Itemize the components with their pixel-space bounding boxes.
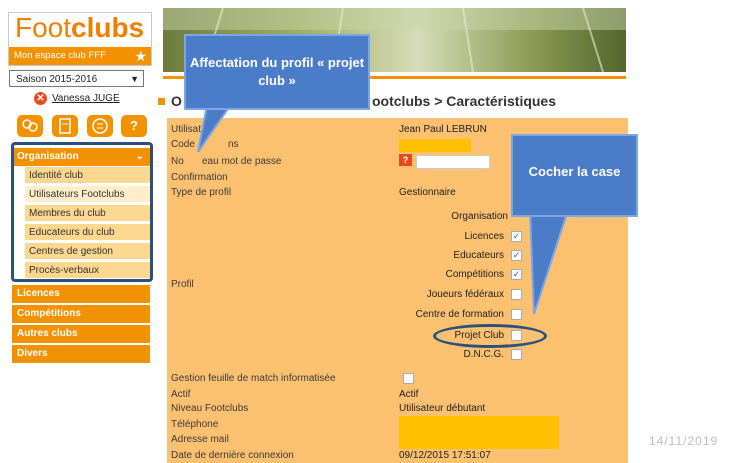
star-icon: ★: [134, 48, 147, 64]
slide-date: 14/11/2019: [649, 434, 719, 448]
profil-competitions-label: Compétitions: [445, 269, 504, 280]
value-niveau-footclubs: Utilisateur débutant: [399, 403, 486, 414]
season-select[interactable]: Saison 2015-2016 ▼: [9, 70, 144, 87]
label-profil: Profil: [171, 279, 194, 290]
logout-icon[interactable]: ✕: [34, 92, 47, 105]
document-icon[interactable]: [52, 115, 78, 137]
logo-tagline: Mon espace club FFF: [9, 47, 151, 65]
label-gestion-feuille-de-match: Gestion feuille de match informatisée: [171, 373, 336, 384]
help-icon[interactable]: ?: [399, 154, 412, 166]
label-telephone: Téléphone: [171, 419, 219, 430]
page-title: ootclubs > Caractéristiques: [372, 93, 557, 109]
logo-wordmark: Footclubs: [15, 12, 145, 43]
list-icon[interactable]: [87, 115, 113, 137]
title-bullet-icon: [158, 98, 165, 105]
projet-club-highlight-ring: [433, 324, 547, 348]
value-type-de-profil: Gestionnaire: [399, 187, 456, 198]
profil-licences-label: Licences: [464, 231, 504, 242]
page-title-prefix: O: [171, 93, 182, 109]
profil-organisation: Organisation: [451, 211, 508, 222]
label-niveau-footclubs: Niveau Footclubs: [171, 403, 249, 414]
callout-affectation-profil: Affectation du profil « projet club »: [184, 34, 370, 110]
label-confirmation: Confirmation: [171, 172, 228, 183]
gestion-feuille-checkbox[interactable]: [403, 373, 414, 384]
user-name-link[interactable]: Vanessa JUGE: [52, 93, 120, 104]
profil-centre-de-formation-label: Centre de formation: [415, 309, 504, 320]
label-nouveau-mot-de-passe: No: [171, 156, 184, 167]
label-actif: Actif: [171, 389, 191, 400]
footclubs-logo[interactable]: Footclubs Mon espace club FFF ★: [8, 12, 152, 66]
season-select-value: Saison 2015-2016: [16, 74, 98, 85]
label-date-derniere-connexion: Date de dernière connexion: [171, 450, 294, 461]
value-actif: Actif: [399, 389, 419, 400]
label-type-de-profil: Type de profil: [171, 187, 232, 198]
profil-educateurs-label: Educateurs: [453, 250, 504, 261]
profil-dncg-label: D.N.C.G.: [463, 349, 504, 360]
help-icon[interactable]: ?: [121, 115, 147, 137]
profil-joueurs-federaux-label: Joueurs fédéraux: [426, 289, 504, 300]
password-input[interactable]: [416, 155, 490, 169]
label-adresse-mail: Adresse mail: [171, 434, 229, 445]
callout-pointer: [528, 210, 570, 315]
value-date-derniere-connexion: 09/12/2015 17:51:07: [399, 450, 491, 461]
sidebar-section-competitions[interactable]: Compétitions: [12, 305, 150, 323]
sidebar-section-licences[interactable]: Licences: [12, 285, 150, 303]
contact-redacted: [399, 416, 559, 449]
sidebar-section-divers[interactable]: Divers: [12, 345, 150, 363]
users-icon[interactable]: [17, 115, 43, 137]
chevron-down-icon: ▼: [130, 74, 139, 84]
sidebar-section-autres-clubs[interactable]: Autres clubs: [12, 325, 150, 343]
callout-cocher-la-case: Cocher la case: [511, 134, 638, 217]
profil-dncg-checkbox[interactable]: [511, 349, 522, 360]
code-redacted: [399, 139, 471, 152]
sidebar-highlight-frame: [11, 142, 153, 282]
value-utilisateur: Jean Paul LEBRUN: [399, 124, 487, 135]
